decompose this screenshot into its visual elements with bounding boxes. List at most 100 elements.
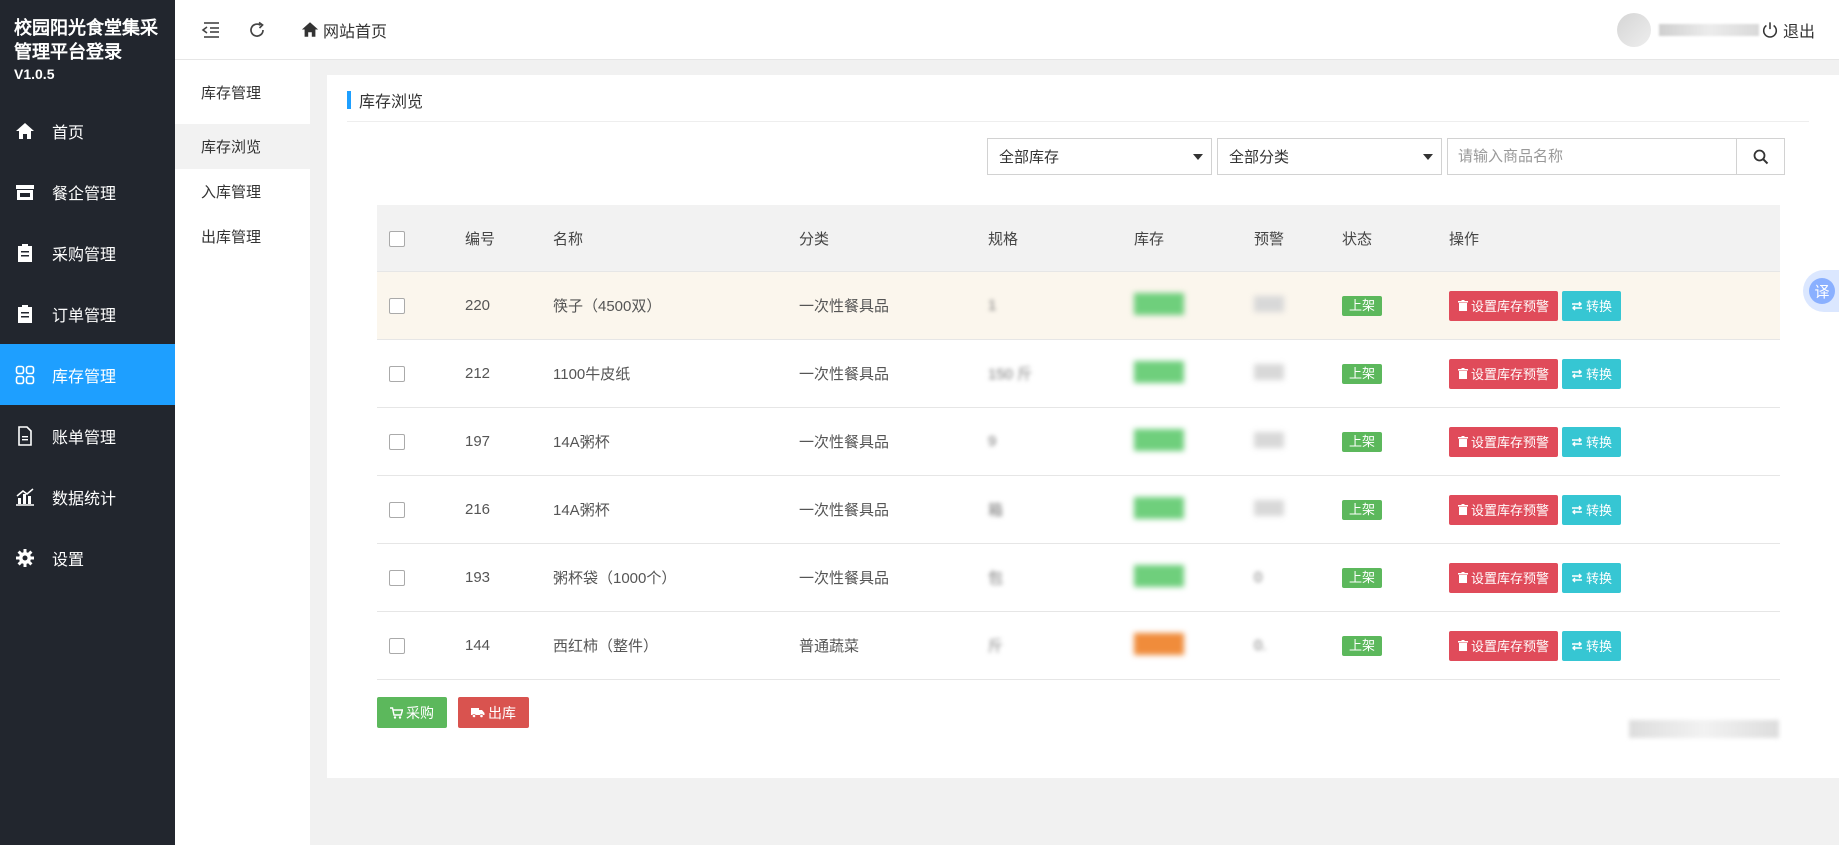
cell-stock (1134, 360, 1254, 387)
table-row[interactable]: 212 1100牛皮纸 一次性餐具品 150 斤 上架 设置库存预警 转换 (377, 340, 1780, 408)
convert-button[interactable]: 转换 (1562, 630, 1622, 661)
convert-button[interactable]: 转换 (1562, 494, 1622, 525)
set-stock-warning-button[interactable]: 设置库存预警 (1449, 562, 1559, 593)
username-redacted (1659, 24, 1759, 36)
set-stock-warning-button[interactable]: 设置库存预警 (1449, 630, 1559, 661)
search-button[interactable] (1737, 138, 1785, 175)
refresh-icon[interactable] (245, 18, 269, 42)
trash-icon (1458, 436, 1468, 447)
convert-button[interactable]: 转换 (1562, 290, 1622, 321)
top-header: 网站首页 退出 (175, 0, 1839, 60)
row-checkbox[interactable] (389, 434, 405, 451)
set-stock-warning-button[interactable]: 设置库存预警 (1449, 358, 1559, 389)
subnav-item-inbound[interactable]: 入库管理 (175, 169, 310, 214)
cell-category: 一次性餐具品 (799, 298, 890, 315)
collapse-menu-icon[interactable] (199, 18, 223, 42)
column-header: 编号 (465, 230, 496, 248)
inventory-table: 编号 名称 分类 规格 库存 预警 状态 操作 220 筷子（4500双） 一次… (377, 205, 1780, 680)
spec-redacted: 9 (988, 433, 997, 450)
row-checkbox[interactable] (389, 502, 405, 519)
set-stock-warning-button[interactable]: 设置库存预警 (1449, 426, 1559, 457)
product-search-input[interactable] (1447, 138, 1737, 175)
sidebar-item-catering[interactable]: 餐企管理 (0, 161, 175, 222)
convert-button[interactable]: 转换 (1562, 358, 1622, 389)
set-stock-warning-button[interactable]: 设置库存预警 (1449, 290, 1559, 321)
column-header: 状态 (1342, 230, 1373, 248)
table-row[interactable]: 193 粥杯袋（1000个） 一次性餐具品 包 0 上架 设置库存预警 转换 (377, 544, 1780, 612)
select-all-checkbox[interactable] (389, 230, 405, 247)
table-row[interactable]: 197 14A粥杯 一次性餐具品 9 上架 设置库存预警 转换 (377, 408, 1780, 476)
trash-icon (1458, 572, 1468, 583)
cell-warn: 0 (1254, 569, 1342, 586)
cell-warn (1254, 431, 1342, 452)
cell-status: 上架 (1342, 431, 1449, 452)
site-home-link[interactable]: 网站首页 (301, 18, 387, 42)
stock-filter-value: 全部库存 (999, 149, 1060, 166)
table-row[interactable]: 144 西红柿（整件） 普通蔬菜 斤 0. 上架 设置库存预警 转换 (377, 612, 1780, 680)
row-select-cell (377, 433, 465, 451)
set-stock-warning-label: 设置库存预警 (1471, 367, 1550, 382)
sidebar-item-label: 账单管理 (52, 429, 117, 447)
logout-button[interactable]: 退出 (1761, 18, 1815, 42)
cell-actions: 设置库存预警 转换 (1449, 426, 1779, 457)
power-icon (1762, 22, 1778, 38)
set-stock-warning-button[interactable]: 设置库存预警 (1449, 494, 1559, 525)
convert-label: 转换 (1586, 367, 1613, 382)
sidebar-item-inventory[interactable]: 库存管理 (0, 344, 175, 405)
row-select-cell (377, 501, 465, 519)
cart-icon (390, 706, 403, 719)
stock-redacted (1134, 564, 1184, 587)
sidebar-item-home[interactable]: 首页 (0, 100, 175, 161)
chart-icon (14, 486, 36, 508)
subnav-item-inventory-browse[interactable]: 库存浏览 (175, 124, 310, 169)
convert-button[interactable]: 转换 (1562, 562, 1622, 593)
cell-stock (1134, 428, 1254, 455)
stock-filter-select[interactable]: 全部库存 (987, 138, 1212, 175)
row-select-cell (377, 569, 465, 587)
bulk-actions: 采购 出库 (377, 697, 540, 728)
sidebar-item-statistics[interactable]: 数据统计 (0, 466, 175, 527)
sidebar-item-orders[interactable]: 订单管理 (0, 283, 175, 344)
table-row[interactable]: 220 筷子（4500双） 一次性餐具品 1 上架 设置库存预警 转换 (377, 272, 1780, 340)
logout-label: 退出 (1782, 24, 1815, 41)
row-select-cell (377, 297, 465, 315)
category-filter-select[interactable]: 全部分类 (1217, 138, 1442, 175)
cell-warn (1254, 295, 1342, 316)
purchase-button[interactable]: 采购 (377, 697, 447, 728)
sidebar-item-billing[interactable]: 账单管理 (0, 405, 175, 466)
row-checkbox[interactable] (389, 570, 405, 587)
cell-category: 一次性餐具品 (799, 502, 890, 519)
row-checkbox[interactable] (389, 366, 405, 383)
spec-redacted: 箱 (988, 502, 1004, 519)
cell-spec: 150 斤 (988, 363, 1134, 384)
pagination-redacted[interactable] (1629, 720, 1779, 738)
panel-title: 库存浏览 (347, 89, 423, 111)
subnav-item-outbound[interactable]: 出库管理 (175, 214, 310, 259)
row-checkbox[interactable] (389, 638, 405, 655)
category-filter-value: 全部分类 (1229, 149, 1290, 166)
stock-redacted (1134, 292, 1184, 315)
trash-icon (1458, 300, 1468, 311)
table-row[interactable]: 216 14A粥杯 一次性餐具品 箱 上架 设置库存预警 转换 (377, 476, 1780, 544)
warn-value: 0 (1254, 569, 1263, 586)
spec-redacted: 包 (988, 570, 1004, 587)
convert-label: 转换 (1586, 435, 1613, 450)
outbound-button[interactable]: 出库 (458, 697, 529, 728)
cell-warn (1254, 363, 1342, 384)
user-menu[interactable] (1617, 13, 1759, 47)
cell-stock (1134, 292, 1254, 319)
sidebar-item-purchase[interactable]: 采购管理 (0, 222, 175, 283)
exchange-icon (1572, 641, 1583, 650)
warn-redacted (1254, 499, 1284, 516)
translate-widget[interactable]: 译 (1803, 270, 1839, 312)
site-home-label: 网站首页 (323, 23, 388, 41)
convert-button[interactable]: 转换 (1562, 426, 1622, 457)
brand: 校园阳光食堂集采管理平台登录 V1.0.5 (0, 0, 175, 100)
cell-id: 144 (465, 637, 491, 654)
sidebar-item-settings[interactable]: 设置 (0, 527, 175, 588)
cell-actions: 设置库存预警 转换 (1449, 562, 1779, 593)
sidebar-item-label: 餐企管理 (52, 185, 117, 203)
row-checkbox[interactable] (389, 298, 405, 315)
sidebar-item-label: 首页 (52, 124, 85, 142)
purchase-label: 采购 (406, 704, 434, 721)
